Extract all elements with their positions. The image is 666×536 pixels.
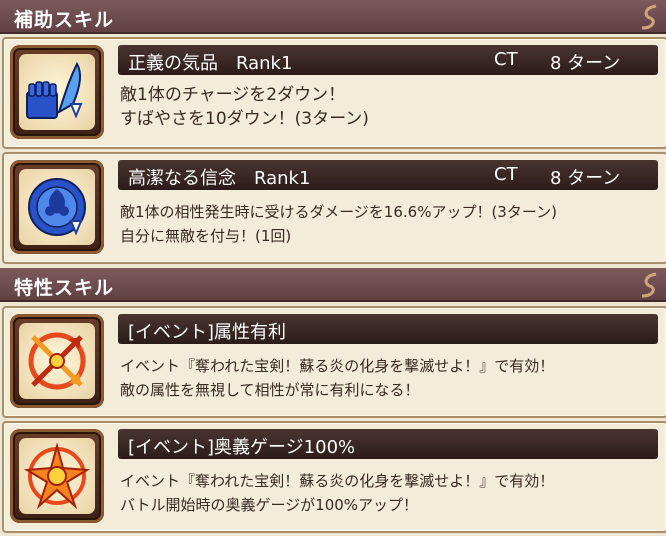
ct-label: CT [494, 164, 518, 185]
description-line-2: 自分に無敵を付与！(1回) [120, 227, 292, 245]
skill-description: 敵1体のチャージを2ダウン！ すばやさを10ダウン！(3ターン) [120, 83, 369, 131]
scroll-ornament-icon [641, 4, 657, 30]
skill-description: イベント『奪われた宝剣！蘇る炎の化身を撃滅せよ！』で有効！ 敵の属性を無視して相… [120, 354, 554, 402]
trait-skill-card-2[interactable]: [イベント]奥義ゲージ100% イベント『奪われた宝剣！蘇る炎の化身を撃滅せよ！… [2, 421, 666, 533]
skill-name-bar: 正義の気品 Rank1 CT 8 ターン [118, 45, 658, 75]
scroll-ornament-icon [641, 272, 657, 298]
skill-name: 高潔なる信念 Rank1 [128, 168, 311, 189]
skill-list-panel: 補助スキル 正義の気品 Rank1 CT 8 ターン 敵1体のチャージを2ダウン… [0, 0, 666, 536]
orange-star-burst-icon [23, 442, 91, 510]
ct-value: 8 ターン [550, 168, 621, 189]
blue-shield-emblem-icon [28, 178, 86, 236]
support-skill-title: 補助スキル [14, 9, 115, 31]
skill-icon-frame [10, 45, 104, 139]
skill-name-bar: [イベント]属性有利 [118, 314, 658, 344]
skill-name: 正義の気品 Rank1 [128, 53, 293, 74]
skill-name: [イベント]属性有利 [128, 322, 287, 343]
description-line-1: イベント『奪われた宝剣！蘇る炎の化身を撃滅せよ！』で有効！ [120, 357, 555, 375]
skill-icon-frame [10, 429, 104, 523]
description-line-2: すばやさを10ダウン！(3ターン) [120, 109, 369, 129]
description-line-2: 敵の属性を無視して相性が常に有利になる！ [120, 381, 420, 399]
trait-skill-card-1[interactable]: [イベント]属性有利 イベント『奪われた宝剣！蘇る炎の化身を撃滅せよ！』で有効！… [2, 306, 666, 418]
skill-name: [イベント]奥義ゲージ100% [128, 437, 356, 458]
orange-crossed-arrows-icon [28, 332, 86, 390]
support-skill-header: 補助スキル [0, 0, 666, 34]
support-skill-card-2[interactable]: 高潔なる信念 Rank1 CT 8 ターン 敵1体の相性発生時に受けるダメージを… [2, 152, 666, 264]
ct-value: 8 ターン [550, 53, 621, 74]
trait-skill-title: 特性スキル [14, 277, 115, 299]
support-skill-card-1[interactable]: 正義の気品 Rank1 CT 8 ターン 敵1体のチャージを2ダウン！ すばやさ… [2, 37, 666, 149]
skill-name-bar: [イベント]奥義ゲージ100% [118, 429, 658, 459]
skill-description: イベント『奪われた宝剣！蘇る炎の化身を撃滅せよ！』で有効！ バトル開始時の奥義ゲ… [120, 469, 554, 517]
description-line-2: バトル開始時の奥義ゲージが100%アップ！ [120, 496, 419, 514]
skill-description: 敵1体の相性発生時に受けるダメージを16.6%アップ！(3ターン) 自分に無敵を… [120, 200, 557, 248]
blue-gauntlet-down-icon [26, 61, 83, 119]
ct-label: CT [494, 49, 518, 70]
skill-icon-frame [10, 314, 104, 408]
description-line-1: 敵1体の相性発生時に受けるダメージを16.6%アップ！(3ターン) [120, 203, 557, 221]
skill-name-bar: 高潔なる信念 Rank1 CT 8 ターン [118, 160, 658, 190]
description-line-1: 敵1体のチャージを2ダウン！ [120, 85, 346, 105]
skill-icon-frame [10, 160, 104, 254]
description-line-1: イベント『奪われた宝剣！蘇る炎の化身を撃滅せよ！』で有効！ [120, 472, 555, 490]
trait-skill-header: 特性スキル [0, 268, 666, 302]
